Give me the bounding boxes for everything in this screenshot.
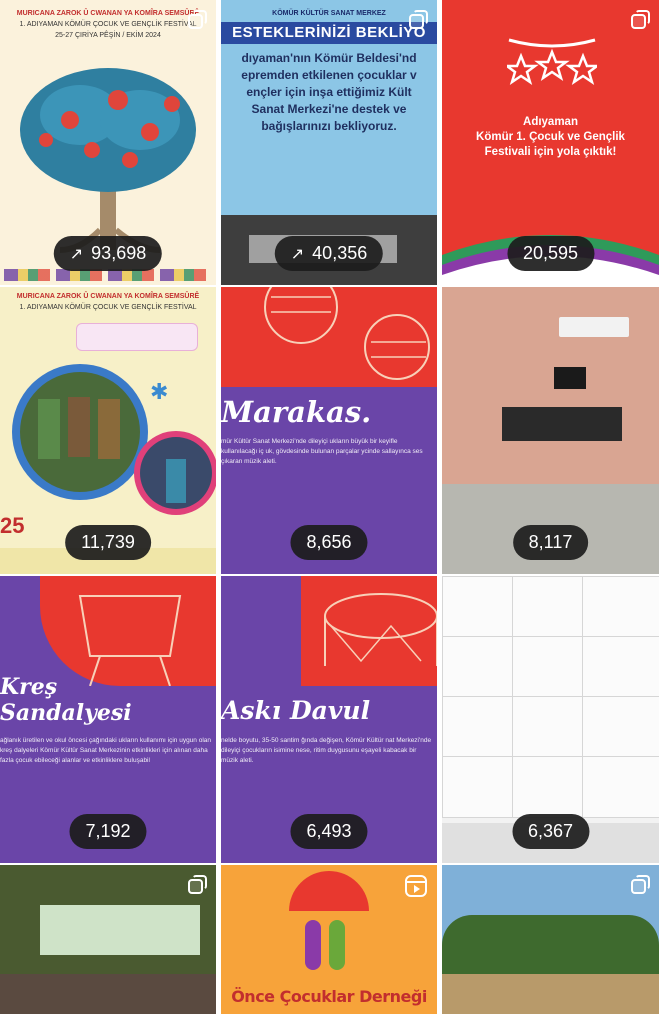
umbrella-logo [289, 871, 369, 911]
post-tile-aski-davul[interactable]: Askı Davul nelde boyutu, 35-50 santim ğı… [221, 576, 437, 863]
post-tile-children-room[interactable] [0, 865, 216, 1014]
appeal-line: bağışlarınızı bekliyoruz. [261, 119, 397, 133]
appeal-text: dıyaman'nın Kömür Beldesi'nd epremden et… [221, 50, 437, 135]
post-tile-kres-sandalyesi[interactable]: Kreş Sandalyesi ağlanık üretilen ve okul… [0, 576, 216, 863]
gallery-icon [409, 10, 428, 29]
post-tile-support-appeal[interactable]: KÖMÜR KÜLTÜR SANAT MERKEZ ESTEKLERİNİZİ … [221, 0, 437, 285]
post-tile-theatre-poster[interactable]: MURICANA ZAROK Û CWANAN YA KOMÎRA SEMSÛR… [0, 287, 216, 574]
view-count-badge: 6,367 [511, 814, 590, 849]
child-figure-logo [305, 920, 321, 970]
trees [442, 915, 659, 975]
chair-illustration [40, 576, 216, 686]
instrument-description: nelde boyutu, 35-50 santim ğında değişen… [221, 737, 432, 764]
instrument-title: Askı Davul [221, 696, 371, 725]
appeal-banner: ESTEKLERİNİZİ BEKLİYO [221, 22, 437, 44]
event-day: 25 [0, 513, 25, 538]
view-count: 7,192 [85, 821, 131, 841]
profile-post-grid: MURICANA ZAROK Û CWANAN YA KOMÎRA SEMSÛR… [0, 0, 659, 1014]
drum-illustration [301, 576, 437, 686]
announcement-line: Festivali için yola çıktık! [484, 146, 617, 158]
gallery-icon [188, 875, 207, 894]
announcement-line: Kömür 1. Çocuk ve Gençlik [476, 131, 625, 143]
child-figure-logo [329, 920, 345, 970]
post-tile-outdoor-event[interactable] [442, 865, 659, 1014]
post-tile-puzzle-photo[interactable]: 6,367 [442, 576, 659, 863]
title-line: Kreş [0, 674, 58, 700]
appeal-line: Sanat Merkezi'ne destek ve [251, 102, 407, 116]
puzzle-piece [582, 636, 659, 698]
view-count: 20,595 [522, 243, 579, 263]
marakas-illustration [221, 287, 437, 387]
view-count: 6,493 [306, 821, 352, 841]
puzzle-piece [582, 576, 659, 638]
gallery-icon [631, 875, 650, 894]
view-count-badge: 11,739 [65, 525, 151, 560]
svg-text:✱: ✱ [150, 379, 168, 404]
title-line: Sandalyesi [0, 700, 132, 726]
center-name: KÖMÜR KÜLTÜR SANAT MERKEZ [272, 10, 386, 17]
television [554, 367, 586, 389]
post-tile-festival-poster[interactable]: MURICANA ZAROK Û CWANAN YA KOMÎRA SEMSÛR… [0, 0, 216, 285]
post-tile-classroom-photo[interactable]: 8,117 [442, 287, 659, 574]
trending-up-icon: ↗ [69, 245, 84, 263]
appeal-line: ençler için inşa ettiğimiz Kült [246, 85, 412, 99]
view-count: 40,356 [312, 243, 368, 263]
view-count-badge: 6,493 [290, 814, 368, 849]
maracas-drawing [264, 287, 430, 380]
view-count: 11,739 [81, 532, 135, 552]
window [40, 905, 200, 955]
puzzle-piece [512, 696, 584, 758]
post-tile-festival-announcement[interactable]: Adıyaman Kömür 1. Çocuk ve Gençlik Festi… [442, 0, 659, 285]
announcement-line: Adıyaman [523, 116, 578, 128]
view-count-badge: ↗ 93,698 [53, 236, 163, 271]
puzzle-piece [442, 696, 514, 758]
view-count: 93,698 [91, 243, 147, 263]
drum-drawing [324, 593, 437, 666]
view-count-badge: 7,192 [69, 814, 147, 849]
appeal-line: epremden etkilenen çocuklar v [241, 68, 417, 82]
ground [442, 974, 659, 1014]
bunting-stars-illustration [507, 38, 597, 85]
gallery-icon [188, 10, 207, 29]
view-count: 8,117 [528, 532, 573, 552]
instrument-title: Marakas. [221, 395, 372, 429]
view-count-badge: ↗ 40,356 [274, 236, 384, 271]
instrument-description: ağlanık üretilen ve okul öncesi çağındak… [0, 737, 212, 764]
instrument-title: Kreş Sandalyesi [0, 674, 132, 726]
air-conditioner [559, 317, 629, 337]
association-name: Önce Çocuklar Derneği [231, 987, 427, 1006]
chair-drawing [78, 595, 182, 686]
puzzle-piece [582, 696, 659, 758]
puzzle-piece [512, 756, 584, 818]
instrument-description: mür Kültür Sanat Merkezi'nde dileyiçi uk… [221, 438, 423, 465]
view-count-badge: 20,595 [506, 236, 595, 271]
view-count: 8,656 [306, 532, 352, 552]
appeal-line: dıyaman'nın Kömür Beldesi'nd [241, 51, 417, 65]
trending-up-icon: ↗ [290, 245, 305, 263]
gallery-icon [631, 10, 650, 29]
view-count: 6,367 [527, 821, 574, 841]
puzzle-piece [582, 756, 659, 818]
post-tile-association-reel[interactable]: Önce Çocuklar Derneği [221, 865, 437, 1014]
post-tile-marakas[interactable]: Marakas. mür Kültür Sanat Merkezi'nde di… [221, 287, 437, 574]
puzzle-piece [512, 636, 584, 698]
children-group [0, 974, 216, 1014]
desk [502, 407, 622, 441]
view-count-badge: 8,656 [290, 525, 368, 560]
puzzle-piece [512, 576, 584, 638]
puzzle-piece [442, 756, 514, 818]
puzzle-piece [442, 576, 514, 638]
reel-icon [405, 875, 427, 897]
view-count-badge: 8,117 [512, 525, 589, 560]
announcement-text: Adıyaman Kömür 1. Çocuk ve Gençlik Festi… [442, 115, 659, 160]
puzzle-piece [442, 636, 514, 698]
